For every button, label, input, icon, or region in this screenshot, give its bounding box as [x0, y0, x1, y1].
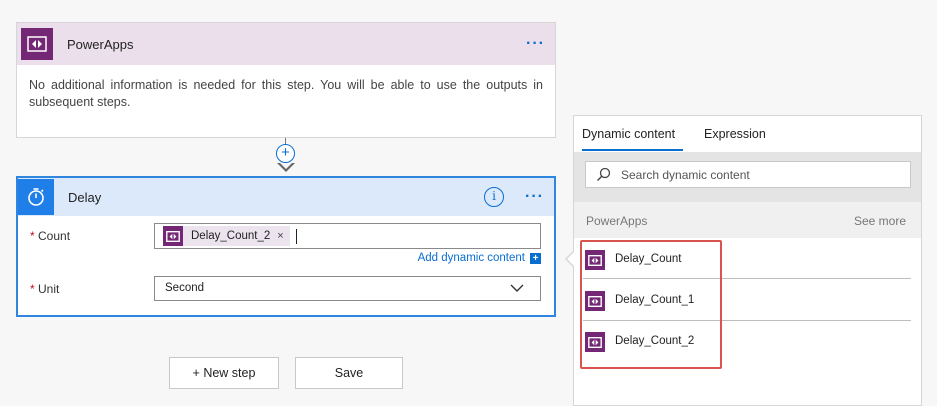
- count-input[interactable]: Delay_Count_2 ×: [154, 223, 541, 249]
- count-token[interactable]: Delay_Count_2 ×: [163, 226, 290, 246]
- new-step-button[interactable]: + New step: [169, 357, 279, 389]
- delay-card-title: Delay: [68, 189, 102, 205]
- delay-card-header[interactable]: Delay i ···: [18, 178, 554, 216]
- info-icon[interactable]: i: [484, 187, 504, 207]
- powerapps-trigger-card[interactable]: PowerApps ··· No additional information …: [16, 22, 556, 138]
- unit-field-label: * Unit: [30, 282, 60, 296]
- powerapps-token-icon: [163, 226, 183, 246]
- search-area: Search dynamic content: [574, 152, 921, 202]
- count-field-label: * Count: [30, 229, 71, 243]
- stopwatch-icon: [18, 179, 54, 215]
- unit-select[interactable]: Second: [154, 276, 541, 301]
- see-more-link[interactable]: See more: [854, 214, 906, 228]
- add-dynamic-content-icon[interactable]: +: [530, 252, 541, 264]
- chevron-down-icon[interactable]: [510, 281, 524, 295]
- remove-token-button[interactable]: ×: [277, 230, 283, 242]
- save-button[interactable]: Save: [295, 357, 403, 389]
- active-tab-indicator: [582, 149, 683, 151]
- panel-tabs: Dynamic content Expression: [574, 116, 921, 152]
- delay-card-menu-button[interactable]: ···: [525, 188, 544, 206]
- powerapps-icon: [21, 28, 53, 60]
- text-caret: [296, 229, 297, 244]
- tab-expression[interactable]: Expression: [704, 127, 766, 141]
- add-dynamic-content-link[interactable]: Add dynamic content +: [418, 252, 541, 264]
- powerapps-card-description: No additional information is needed for …: [29, 78, 543, 109]
- search-placeholder: Search dynamic content: [621, 168, 750, 182]
- search-icon: [597, 167, 611, 181]
- unit-select-value: Second: [165, 282, 205, 294]
- insert-step-button[interactable]: +: [276, 144, 295, 163]
- count-token-label: Delay_Count_2: [191, 230, 271, 242]
- search-dynamic-content-input[interactable]: Search dynamic content: [585, 161, 911, 188]
- tab-dynamic-content[interactable]: Dynamic content: [582, 127, 675, 141]
- powerapps-card-title: PowerApps: [67, 36, 134, 52]
- powerapps-card-menu-button[interactable]: ···: [526, 35, 545, 53]
- highlight-box: [580, 240, 722, 369]
- group-name: PowerApps: [586, 214, 648, 228]
- delay-action-card[interactable]: Delay i ··· * Count Delay_Count_2 × Add …: [16, 176, 556, 317]
- powerapps-group-header: PowerApps See more: [574, 202, 921, 238]
- powerapps-card-header[interactable]: PowerApps ···: [17, 23, 555, 65]
